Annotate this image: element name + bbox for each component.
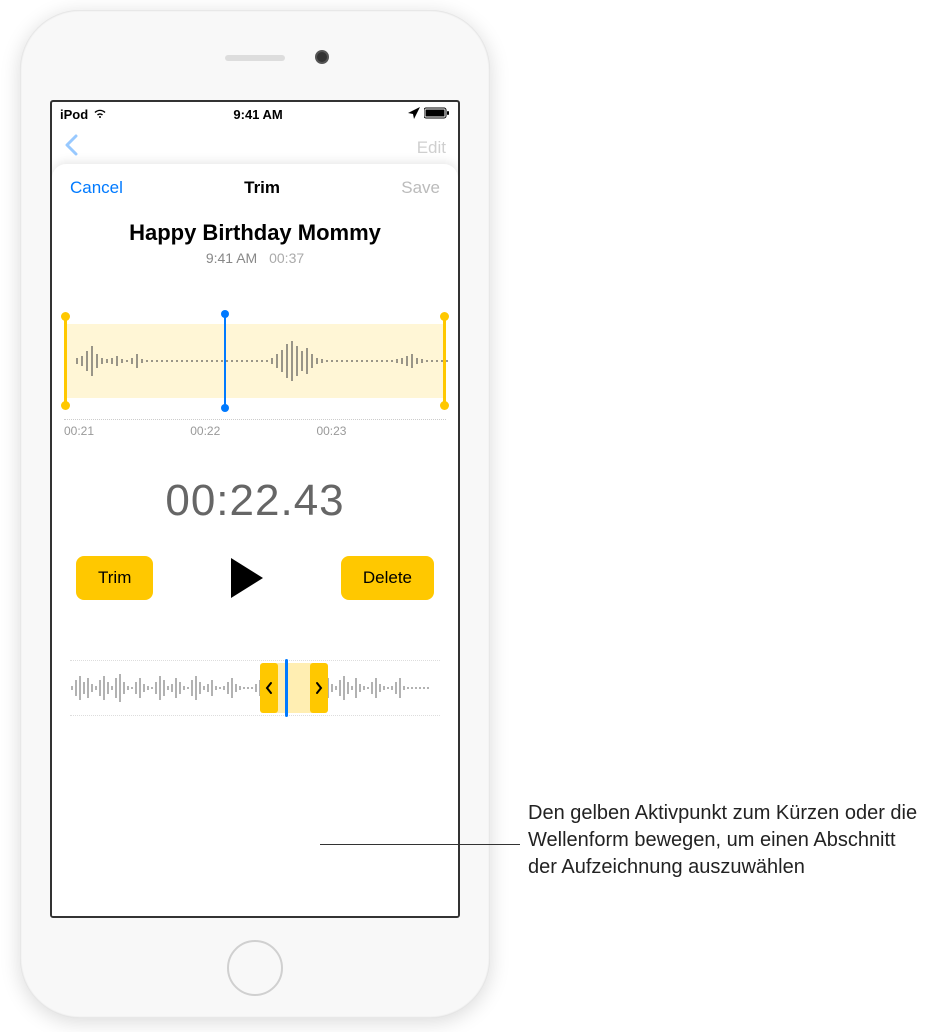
overview-trim-region[interactable]	[262, 663, 326, 713]
ipod-device-frame: iPod 9:41 AM Edit Ca	[20, 10, 490, 1018]
overview-trim-handle-right[interactable]	[310, 663, 328, 713]
trim-button[interactable]: Trim	[76, 556, 153, 600]
playback-controls: Trim Delete	[52, 556, 458, 600]
save-button[interactable]: Save	[401, 178, 440, 198]
callout-annotation: Den gelben Aktivpunkt zum Kürzen oder di…	[528, 800, 918, 881]
back-chevron-icon	[64, 134, 78, 163]
ruler-tick: 00:21	[64, 424, 94, 438]
modal-title: Trim	[244, 178, 280, 198]
device-camera	[315, 50, 329, 64]
waveform-overview[interactable]	[70, 660, 440, 716]
edit-label: Edit	[417, 138, 446, 158]
callout-leader-line	[320, 844, 520, 845]
battery-icon	[424, 107, 450, 122]
wifi-icon	[92, 107, 108, 122]
trim-handle-right[interactable]	[443, 316, 446, 406]
recording-title: Happy Birthday Mommy	[52, 220, 458, 246]
overview-waveform-bars	[70, 668, 430, 708]
current-timecode: 00:22.43	[52, 476, 458, 526]
waveform-detail[interactable]: 00:21 00:22 00:23	[64, 306, 446, 416]
recording-time: 9:41 AM	[206, 250, 257, 266]
status-time: 9:41 AM	[233, 107, 282, 122]
ruler-tick: 00:22	[190, 424, 220, 438]
modal-header: Cancel Trim Save	[52, 164, 458, 212]
trim-handle-left[interactable]	[64, 316, 67, 406]
status-bar: iPod 9:41 AM	[52, 102, 458, 126]
waveform-bars	[72, 336, 452, 386]
recording-meta: 9:41 AM 00:37	[52, 250, 458, 266]
time-ruler: 00:21 00:22 00:23	[64, 419, 446, 438]
home-button[interactable]	[227, 940, 283, 996]
cancel-button[interactable]: Cancel	[70, 178, 123, 198]
screen: iPod 9:41 AM Edit Ca	[50, 100, 460, 918]
trim-modal: Cancel Trim Save Happy Birthday Mommy 9:…	[52, 164, 458, 916]
play-button[interactable]	[231, 558, 263, 598]
ruler-tick	[443, 424, 446, 438]
playhead-indicator[interactable]	[224, 314, 226, 408]
overview-trim-handle-left[interactable]	[260, 663, 278, 713]
delete-button[interactable]: Delete	[341, 556, 434, 600]
ruler-tick: 00:23	[316, 424, 346, 438]
overview-playhead[interactable]	[285, 659, 288, 717]
device-speaker	[225, 55, 285, 61]
location-icon	[408, 107, 420, 122]
carrier-label: iPod	[60, 107, 88, 122]
recording-duration: 00:37	[269, 250, 304, 266]
